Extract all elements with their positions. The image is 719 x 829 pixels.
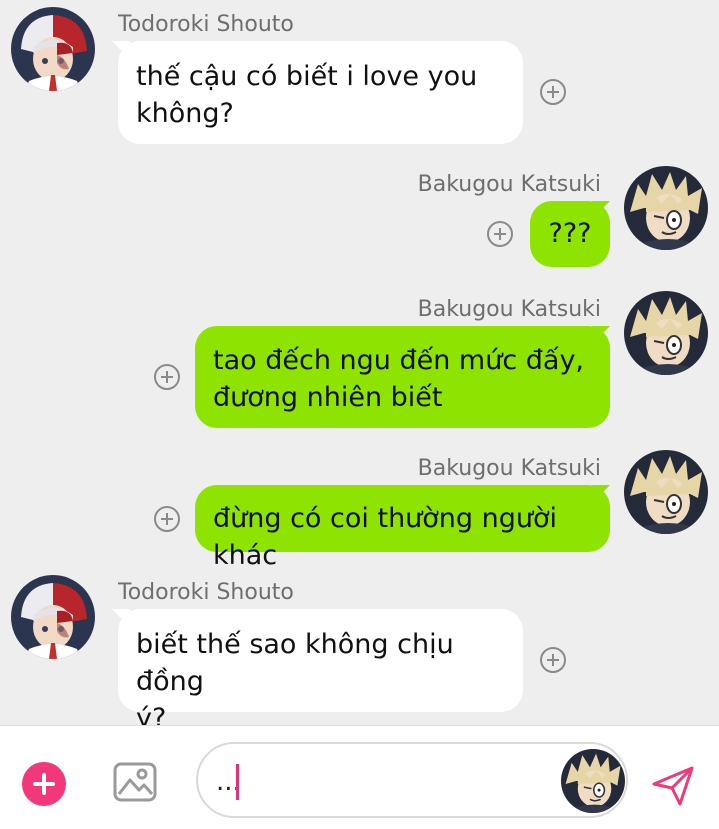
bakugou-avatar-image	[624, 166, 708, 250]
bakugou-avatar-image	[624, 450, 708, 534]
plus-circle-icon[interactable]	[22, 762, 66, 806]
message-line: thế cậu có biết i love you	[136, 61, 478, 92]
message-bubble[interactable]: đừng có coi thường người khác	[195, 485, 610, 571]
sender-name: Bakugou Katsuki	[417, 297, 601, 322]
bakugou-avatar-image	[561, 749, 625, 813]
message-bubble[interactable]: thế cậu có biết i love you không?	[118, 41, 523, 144]
paper-plane-icon[interactable]	[650, 762, 696, 808]
todoroki-avatar-image	[11, 575, 95, 659]
message-line: đương nhiên biết	[213, 382, 443, 413]
message-line: ???	[548, 218, 592, 249]
add-reaction-icon[interactable]	[487, 221, 513, 247]
text-caret	[236, 764, 239, 800]
avatar-bakugou[interactable]	[624, 450, 708, 534]
image-icon[interactable]	[111, 758, 159, 806]
message-bubble[interactable]: biết thế sao không chịu đồng ý?	[118, 609, 523, 734]
sender-name: Todoroki Shouto	[118, 580, 294, 605]
avatar-bakugou[interactable]	[624, 291, 708, 375]
sender-name: Bakugou Katsuki	[417, 172, 601, 197]
avatar-bakugou[interactable]	[624, 166, 708, 250]
message-line: không?	[136, 98, 234, 129]
add-reaction-icon[interactable]	[540, 647, 566, 673]
chat-area: Todoroki Shouto thế cậu có biết i love y…	[0, 0, 719, 734]
sender-avatar-bakugou[interactable]	[561, 749, 625, 813]
bakugou-avatar-image	[624, 291, 708, 375]
message-line: biết thế sao không chịu đồng	[136, 629, 454, 697]
message-input[interactable]: ...	[196, 742, 628, 818]
add-reaction-icon[interactable]	[154, 364, 180, 390]
sender-name: Bakugou Katsuki	[417, 456, 601, 481]
sender-name: Todoroki Shouto	[118, 12, 294, 37]
add-reaction-icon[interactable]	[154, 506, 180, 532]
composer-bar: ...	[0, 725, 719, 829]
add-reaction-icon[interactable]	[540, 79, 566, 105]
message-bubble[interactable]: ???	[530, 201, 610, 267]
message-line: đừng có coi thường người khác	[213, 503, 558, 571]
avatar-todoroki[interactable]	[11, 575, 95, 659]
todoroki-avatar-image	[11, 7, 95, 91]
message-bubble[interactable]: tao đếch ngu đến mức đấy, đương nhiên bi…	[195, 326, 610, 428]
avatar-todoroki[interactable]	[11, 7, 95, 91]
message-line: tao đếch ngu đến mức đấy,	[213, 345, 584, 376]
